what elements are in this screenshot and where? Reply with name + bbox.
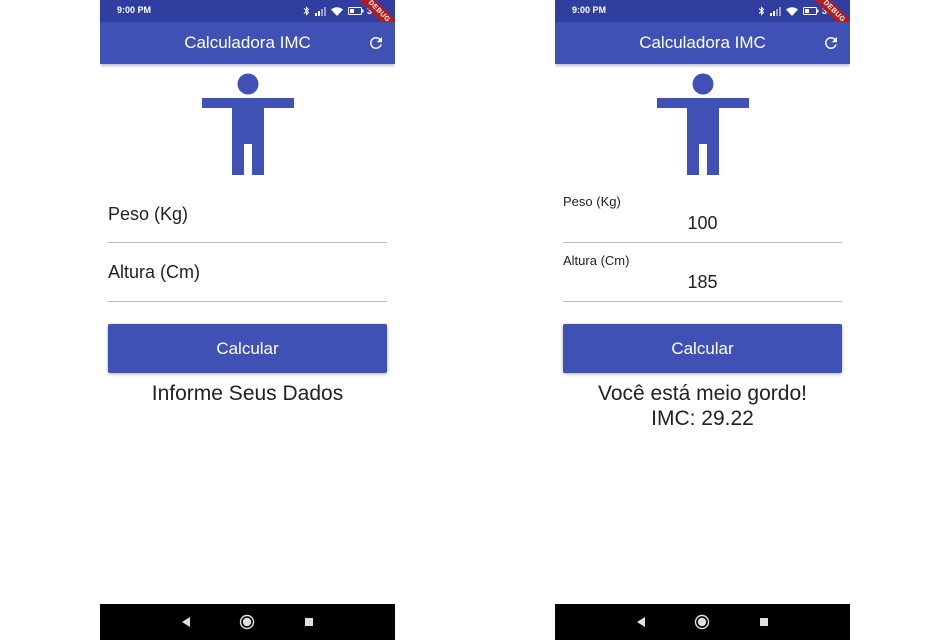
result-message: Você está meio gordo! <box>598 382 807 405</box>
app-bar: Calculadora IMC <box>100 22 395 64</box>
result-imc: IMC: 29.22 <box>651 407 754 430</box>
app-title: Calculadora IMC <box>184 33 311 52</box>
bluetooth-icon <box>758 6 765 16</box>
signal-icon <box>769 6 781 16</box>
height-field[interactable]: Altura (Cm) <box>108 251 387 302</box>
navigation-bar <box>555 604 850 640</box>
recents-icon[interactable] <box>300 613 318 631</box>
home-icon[interactable] <box>238 613 256 631</box>
weight-value: 100 <box>687 213 718 233</box>
app-title: Calculadora IMC <box>639 33 766 52</box>
back-icon[interactable] <box>177 613 195 631</box>
result-text: Informe Seus Dados <box>100 381 395 406</box>
navigation-bar <box>100 604 395 640</box>
phone-screen-empty: 9:00 PM 30 DEBUG Calculadora IMC Peso (K… <box>100 0 395 640</box>
person-icon <box>657 73 749 175</box>
height-underline <box>108 301 387 302</box>
app-bar: Calculadora IMC <box>555 22 850 64</box>
back-icon[interactable] <box>632 613 650 631</box>
weight-underline <box>108 242 387 243</box>
battery-icon <box>347 7 364 15</box>
weight-field[interactable]: Peso (Kg) 100 <box>563 192 842 243</box>
height-value: 185 <box>687 272 718 292</box>
battery-icon <box>802 7 819 15</box>
home-icon[interactable] <box>693 613 711 631</box>
height-label: Altura (Cm) <box>563 253 630 268</box>
calculate-button[interactable]: Calcular <box>108 324 387 373</box>
refresh-icon[interactable] <box>367 34 385 52</box>
bluetooth-icon <box>303 6 310 16</box>
weight-field[interactable]: Peso (Kg) <box>108 192 387 243</box>
status-bar: 9:00 PM 30 DEBUG <box>555 0 850 41</box>
weight-label: Peso (Kg) <box>563 194 621 209</box>
wifi-icon <box>785 6 798 16</box>
wifi-icon <box>330 6 343 16</box>
signal-icon <box>314 6 326 16</box>
weight-underline <box>563 242 842 243</box>
height-field[interactable]: Altura (Cm) 185 <box>563 251 842 302</box>
status-bar: 9:00 PM 30 DEBUG <box>100 0 395 41</box>
phone-screen-result: 9:00 PM 30 DEBUG Calculadora IMC Peso (K… <box>555 0 850 640</box>
weight-placeholder: Peso (Kg) <box>108 204 189 224</box>
result-line: Informe Seus Dados <box>151 382 344 405</box>
result-text: Você está meio gordo! IMC: 29.22 <box>555 381 850 431</box>
refresh-icon[interactable] <box>822 34 840 52</box>
recents-icon[interactable] <box>755 613 773 631</box>
calculate-button[interactable]: Calcular <box>563 324 842 373</box>
status-time: 9:00 PM <box>572 5 607 15</box>
height-underline <box>563 301 842 302</box>
person-icon <box>202 73 294 175</box>
status-time: 9:00 PM <box>117 5 152 15</box>
height-placeholder: Altura (Cm) <box>108 262 201 282</box>
